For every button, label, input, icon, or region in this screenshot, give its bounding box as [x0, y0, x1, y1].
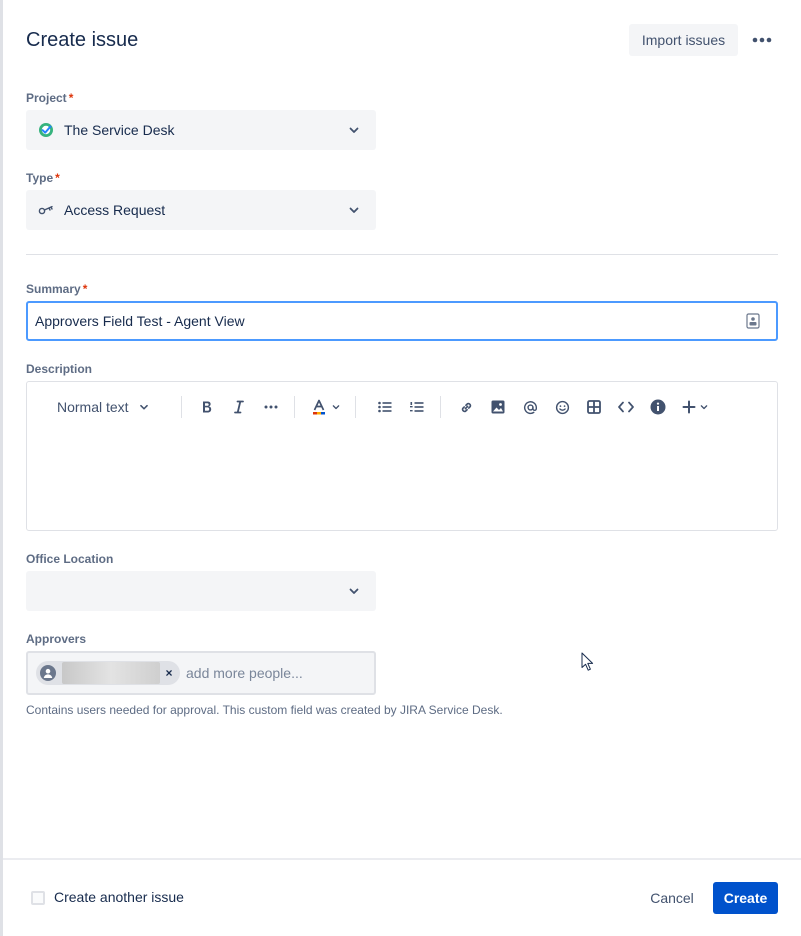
project-select[interactable]: The Service Desk	[26, 110, 376, 150]
bold-button[interactable]	[195, 392, 219, 422]
text-color-icon	[312, 399, 325, 415]
approver-name-redacted	[62, 662, 160, 684]
required-marker: *	[82, 282, 88, 296]
italic-button[interactable]	[227, 392, 251, 422]
required-marker: *	[68, 91, 74, 105]
summary-label: Summary *	[26, 282, 88, 296]
toolbar-separator	[355, 396, 356, 418]
text-color-button[interactable]	[309, 392, 343, 422]
type-label: Type *	[26, 171, 60, 185]
description-editor[interactable]: Normal text	[26, 381, 778, 531]
summary-value: Approvers Field Test - Agent View	[35, 313, 245, 329]
code-icon	[618, 401, 634, 413]
summary-input[interactable]: Approvers Field Test - Agent View	[26, 301, 778, 341]
chevron-down-icon	[700, 405, 708, 410]
more-formatting-button[interactable]	[259, 392, 283, 422]
bullet-list-icon	[378, 401, 392, 413]
office-location-label: Office Location	[26, 552, 114, 566]
user-icon	[43, 668, 53, 678]
chevron-down-icon	[349, 207, 359, 213]
create-issue-dialog: Create issue Import issues Project * The …	[3, 0, 801, 936]
bullet-list-button[interactable]	[373, 392, 397, 422]
bold-icon	[203, 401, 212, 413]
more-icon	[264, 405, 278, 409]
emoji-button[interactable]	[550, 392, 574, 422]
text-style-dropdown[interactable]: Normal text	[49, 392, 161, 422]
plus-icon	[682, 400, 696, 414]
editor-toolbar: Normal text	[27, 392, 777, 422]
form-autofill-icon[interactable]	[746, 313, 760, 329]
create-another-label[interactable]: Create another issue	[54, 889, 184, 905]
cancel-button[interactable]: Cancel	[643, 882, 701, 914]
approvers-helper-text: Contains users needed for approval. This…	[26, 703, 503, 717]
emoji-icon	[555, 400, 569, 414]
project-label: Project *	[26, 91, 74, 105]
more-actions-button[interactable]	[747, 26, 777, 54]
service-desk-icon	[38, 122, 54, 138]
approvers-input[interactable]	[184, 664, 324, 682]
numbered-list-button[interactable]	[405, 392, 429, 422]
section-divider	[26, 254, 778, 255]
image-button[interactable]	[486, 392, 510, 422]
office-location-select[interactable]	[26, 571, 376, 611]
chevron-down-icon	[349, 127, 359, 133]
import-issues-button[interactable]: Import issues	[629, 24, 738, 56]
code-button[interactable]	[614, 392, 638, 422]
toolbar-separator	[181, 396, 182, 418]
avatar	[40, 665, 56, 681]
description-label: Description	[26, 362, 93, 376]
dialog-title: Create issue	[26, 29, 139, 51]
create-another-checkbox[interactable]	[31, 891, 45, 905]
image-icon	[491, 400, 505, 414]
remove-approver-button[interactable]: ×	[162, 666, 176, 680]
info-icon	[650, 399, 666, 415]
link-button[interactable]	[454, 392, 478, 422]
project-value: The Service Desk	[64, 122, 175, 138]
type-value: Access Request	[64, 202, 166, 218]
table-icon	[587, 400, 601, 414]
numbered-list-icon	[410, 402, 424, 412]
chevron-down-icon	[349, 588, 359, 594]
approver-chip: ×	[36, 661, 180, 685]
mention-button[interactable]	[518, 392, 542, 422]
insert-more-button[interactable]	[680, 392, 712, 422]
toolbar-separator	[294, 396, 295, 418]
more-icon	[752, 37, 772, 43]
mouse-cursor-icon	[581, 652, 594, 671]
create-button[interactable]: Create	[713, 882, 778, 914]
table-button[interactable]	[582, 392, 606, 422]
chevron-down-icon	[332, 405, 339, 410]
chevron-down-icon	[139, 404, 148, 410]
approvers-label: Approvers	[26, 632, 87, 646]
footer-divider	[3, 858, 801, 860]
type-select[interactable]: Access Request	[26, 190, 376, 230]
required-marker: *	[55, 171, 60, 185]
info-panel-button[interactable]	[646, 392, 670, 422]
approvers-picker[interactable]: ×	[26, 651, 376, 695]
toolbar-separator	[440, 396, 441, 418]
link-icon	[461, 402, 471, 412]
italic-icon	[234, 400, 244, 414]
key-icon	[38, 202, 54, 218]
mention-icon	[523, 400, 537, 414]
